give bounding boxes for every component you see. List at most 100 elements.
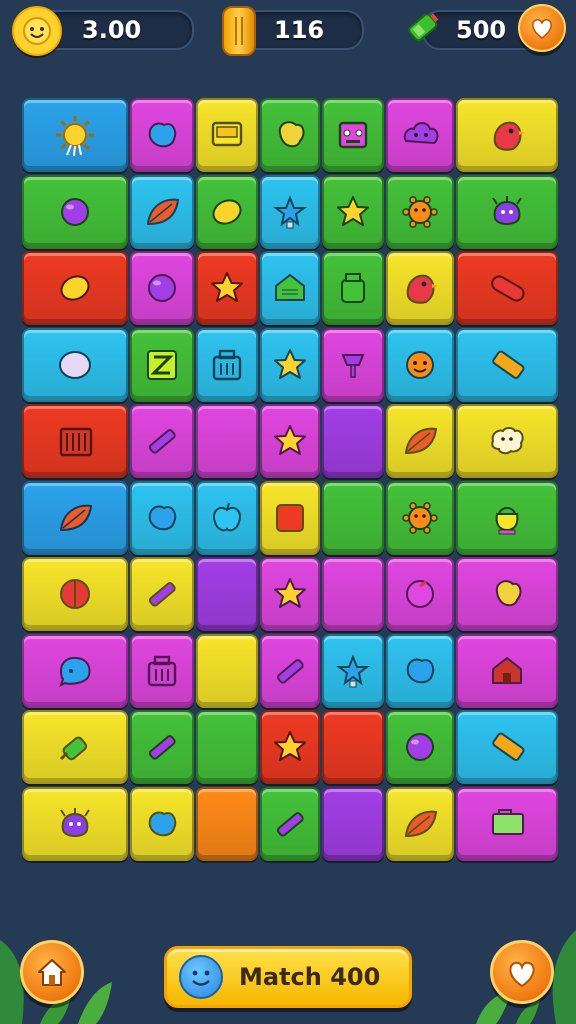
board-tile[interactable] xyxy=(260,786,320,861)
sunface-icon xyxy=(402,501,438,534)
board-tile[interactable] xyxy=(130,786,194,861)
board-tile[interactable] xyxy=(456,557,558,631)
board-tile[interactable] xyxy=(456,98,558,172)
board-tile[interactable] xyxy=(22,327,128,402)
board-tile[interactable] xyxy=(130,480,194,555)
board-tile[interactable] xyxy=(322,557,384,631)
cloud-icon xyxy=(403,122,439,145)
board-tile[interactable] xyxy=(196,251,258,325)
board-tile[interactable] xyxy=(322,174,384,249)
crate-icon xyxy=(59,427,93,457)
board-tile[interactable] xyxy=(456,174,558,249)
board-tile[interactable] xyxy=(386,557,454,631)
board-tile[interactable] xyxy=(322,327,384,402)
board-tile[interactable] xyxy=(260,710,320,784)
board-tile[interactable] xyxy=(386,327,454,402)
bird-icon xyxy=(493,121,525,151)
bubble3-icon xyxy=(59,656,91,687)
board-tile[interactable] xyxy=(196,98,258,172)
board-tile[interactable] xyxy=(130,633,194,708)
board-tile[interactable] xyxy=(130,557,194,631)
board-tile[interactable] xyxy=(130,251,194,325)
board-tile[interactable] xyxy=(456,480,558,555)
bulb-icon xyxy=(336,653,370,687)
ball-icon xyxy=(61,197,89,226)
board-tile[interactable] xyxy=(22,404,128,478)
home-icon xyxy=(38,959,66,986)
top-hud: 3.00 116 500 xyxy=(0,0,576,70)
board-tile[interactable] xyxy=(322,404,384,478)
board-tile[interactable] xyxy=(456,786,558,861)
star-icon xyxy=(274,348,306,379)
blob2-icon xyxy=(495,580,522,607)
board-tile[interactable] xyxy=(22,710,128,784)
capsule-icon xyxy=(491,275,525,302)
board-tile[interactable] xyxy=(456,251,558,325)
board-tile[interactable] xyxy=(322,786,384,861)
board-tile[interactable] xyxy=(130,327,194,402)
board-tile[interactable] xyxy=(386,98,454,172)
home-button[interactable] xyxy=(20,940,84,1004)
board-tile[interactable] xyxy=(22,786,128,861)
board-tile[interactable] xyxy=(130,174,194,249)
sunface-icon xyxy=(402,195,438,228)
board-tile[interactable] xyxy=(322,480,384,555)
board-tile[interactable] xyxy=(22,174,128,249)
board-tile[interactable] xyxy=(456,404,558,478)
ball-icon xyxy=(148,274,176,302)
board-tile[interactable] xyxy=(386,710,454,784)
board-tile[interactable] xyxy=(386,633,454,708)
house-icon xyxy=(275,273,305,301)
board-tile[interactable] xyxy=(130,404,194,478)
board-tile[interactable] xyxy=(386,174,454,249)
board-tile[interactable] xyxy=(22,251,128,325)
star-icon xyxy=(274,731,306,761)
hint-icon xyxy=(509,961,535,988)
gold-bar-icon xyxy=(222,6,256,56)
board-tile[interactable] xyxy=(322,633,384,708)
board-tile[interactable] xyxy=(260,98,320,172)
heart-button[interactable] xyxy=(518,4,566,52)
score-value: 3.00 xyxy=(82,16,142,44)
board-tile[interactable] xyxy=(196,327,258,402)
board-tile[interactable] xyxy=(196,404,258,478)
board-tile[interactable] xyxy=(260,557,320,631)
screen-icon xyxy=(211,121,243,147)
board-tile[interactable] xyxy=(386,251,454,325)
board-tile[interactable] xyxy=(22,633,128,708)
board-tile[interactable] xyxy=(22,480,128,555)
board-tile[interactable] xyxy=(386,404,454,478)
board-tile[interactable] xyxy=(196,633,258,708)
board-tile[interactable] xyxy=(196,557,258,631)
board-tile[interactable] xyxy=(456,710,558,784)
board-tile[interactable] xyxy=(130,98,194,172)
board-tile[interactable] xyxy=(260,404,320,478)
board-tile[interactable] xyxy=(196,480,258,555)
board-tile[interactable] xyxy=(456,633,558,708)
board-tile[interactable] xyxy=(22,557,128,631)
board-tile[interactable] xyxy=(196,710,258,784)
board-tile[interactable] xyxy=(260,251,320,325)
coin-counter: 116 xyxy=(240,10,364,50)
match-button[interactable]: Match 400 xyxy=(164,946,412,1008)
board-tile[interactable] xyxy=(22,98,128,172)
board-tile[interactable] xyxy=(130,710,194,784)
match-label: Match 400 xyxy=(239,963,381,991)
board-tile[interactable] xyxy=(322,251,384,325)
board-tile[interactable] xyxy=(260,480,320,555)
crayon-icon xyxy=(148,735,176,760)
board-tile[interactable] xyxy=(196,786,258,861)
board-tile[interactable] xyxy=(322,98,384,172)
energy-value: 500 xyxy=(456,16,507,44)
board-tile[interactable] xyxy=(322,710,384,784)
board-tile[interactable] xyxy=(260,633,320,708)
board-tile[interactable] xyxy=(196,174,258,249)
monster-icon xyxy=(492,195,522,225)
board-tile[interactable] xyxy=(260,327,320,402)
bag-icon xyxy=(212,349,242,380)
board-tile[interactable] xyxy=(386,480,454,555)
board-tile[interactable] xyxy=(260,174,320,249)
hint-button[interactable] xyxy=(490,940,554,1004)
board-tile[interactable] xyxy=(386,786,454,861)
board-tile[interactable] xyxy=(456,327,558,402)
